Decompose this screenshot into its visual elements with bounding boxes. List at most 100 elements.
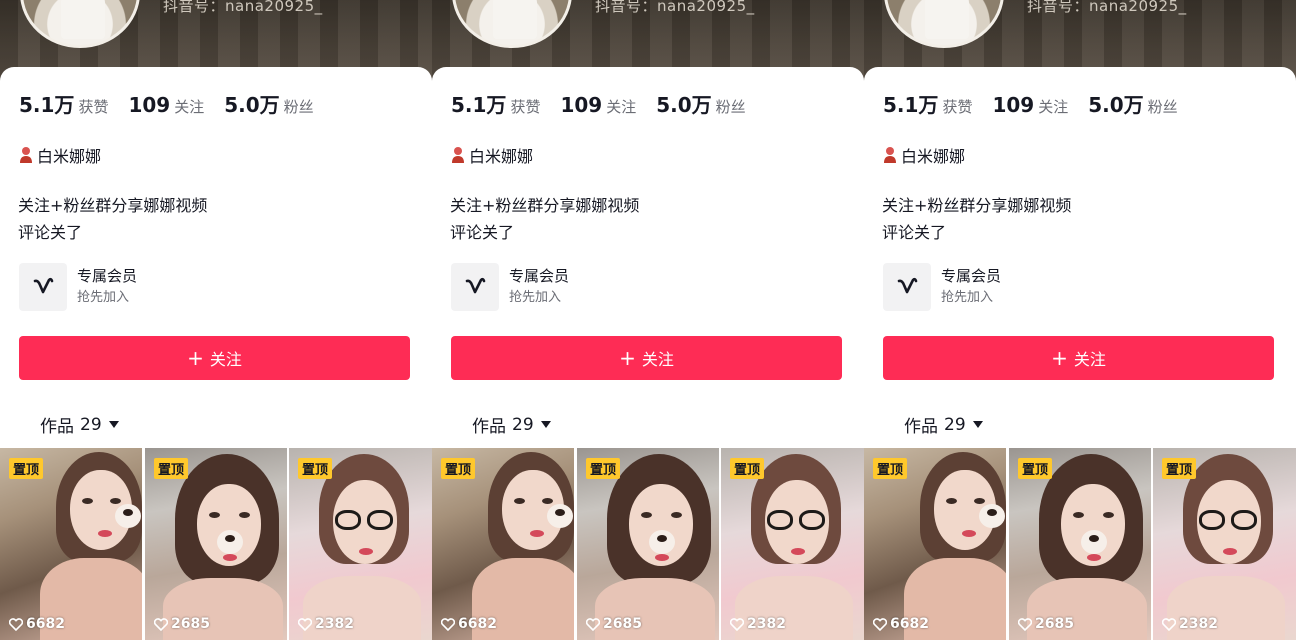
likes-value: 6682 [890,616,929,632]
bio-line: 评论关了 [450,223,515,242]
profile-card: 5.1万 获赞 109 关注 5.0万 粉丝 白米娜娜 关注+粉丝群分享娜娜视频 评论… [432,67,864,457]
follow-button[interactable]: + 关注 [19,336,410,380]
member-title: 专属会员 [509,267,570,285]
video-thumbnail[interactable]: 置顶 2685 [145,448,287,640]
stats-row: 5.1万 获赞 109 关注 5.0万 粉丝 [883,89,1198,118]
works-label: 作品 [904,417,938,437]
profile-name: 白米娜娜 [37,147,102,166]
video-thumbnail[interactable]: 置顶 6682 [864,448,1006,640]
avatar[interactable] [884,0,1004,48]
follow-button[interactable]: + 关注 [883,336,1274,380]
heart-icon [154,617,168,631]
stat-label: 关注 [606,98,637,116]
stat-label: 粉丝 [715,98,746,116]
profile-panel-2: 抖音号：nana20925_ 5.1万 获赞 109 关注 5.0万 粉丝 白米娜娜 … [432,0,864,640]
caret-down-icon [540,421,551,428]
likes-count: 2685 [1018,616,1074,632]
member-v-icon [451,263,499,311]
member-entry[interactable]: 专属会员 抢先加入 [883,263,1001,311]
stats-row: 5.1万 获赞 109 关注 5.0万 粉丝 [19,89,334,118]
member-subtitle: 抢先加入 [77,290,130,305]
stat-following[interactable]: 109 关注 [128,93,204,117]
member-subtitle: 抢先加入 [941,290,994,305]
avatar[interactable] [452,0,572,48]
profile-name: 白米娜娜 [469,147,534,166]
likes-value: 6682 [458,616,497,632]
likes-count: 2685 [586,616,642,632]
video-thumbnail[interactable]: 置顶 6682 [0,448,142,640]
bio-line: 关注+粉丝群分享娜娜视频 [882,196,1072,215]
tab-works[interactable]: 作品 29 [40,412,119,437]
member-title: 专属会员 [941,267,1002,285]
heart-icon [1162,617,1176,631]
likes-count: 6682 [441,616,497,632]
likes-value: 2685 [603,616,642,632]
works-count: 29 [944,414,966,435]
bio-line: 关注+粉丝群分享娜娜视频 [18,196,208,215]
stat-label: 粉丝 [283,98,314,116]
stat-likes[interactable]: 5.1万 获赞 [19,89,108,118]
stat-followers[interactable]: 5.0万 粉丝 [656,89,745,118]
stat-value: 109 [128,93,171,117]
stat-value: 109 [992,93,1035,117]
stat-likes[interactable]: 5.1万 获赞 [451,89,540,118]
bio-line: 关注+粉丝群分享娜娜视频 [450,196,640,215]
stat-label: 获赞 [510,98,541,116]
video-thumbnail[interactable]: 置顶 2382 [1153,448,1296,640]
bio-line: 评论关了 [18,223,83,242]
plus-icon: + [619,346,636,370]
follow-button[interactable]: + 关注 [451,336,842,380]
stat-value: 5.0万 [1088,93,1144,117]
profile-card: 5.1万 获赞 109 关注 5.0万 粉丝 白米娜娜 关注+粉丝群分享娜娜视频 评论… [864,67,1296,457]
video-thumbnail[interactable]: 置顶 2685 [1009,448,1151,640]
heart-icon [441,617,455,631]
stat-likes[interactable]: 5.1万 获赞 [883,89,972,118]
stat-value: 5.1万 [19,93,75,117]
likes-value: 6682 [26,616,65,632]
name-row: 白米娜娜 [19,143,101,167]
tab-works[interactable]: 作品 29 [472,412,551,437]
heart-icon [9,617,23,631]
member-entry[interactable]: 专属会员 抢先加入 [451,263,569,311]
douyin-id: 抖音号：nana20925_ [595,0,755,15]
profile-bio: 关注+粉丝群分享娜娜视频 评论关了 [882,192,1071,246]
pin-badge: 置顶 [873,458,908,479]
stat-followers[interactable]: 5.0万 粉丝 [224,89,313,118]
douyin-id: 抖音号：nana20925_ [163,0,323,15]
video-thumbnail[interactable]: 置顶 6682 [432,448,574,640]
stat-following[interactable]: 109 关注 [992,93,1068,117]
likes-count: 2382 [298,616,354,632]
likes-value: 2382 [747,616,786,632]
name-row: 白米娜娜 [451,143,533,167]
video-thumbnail[interactable]: 置顶 2382 [721,448,864,640]
likes-value: 2685 [171,616,210,632]
video-grid: 置顶 6682 置顶 2685 置顶 2382 [0,448,432,640]
stat-value: 5.1万 [883,93,939,117]
profile-panel-1: 抖音号：nana20925_ 5.1万 获赞 109 关注 5.0万 粉丝 白米娜娜 … [0,0,432,640]
avatar[interactable] [20,0,140,48]
video-thumbnail[interactable]: 置顶 2685 [577,448,719,640]
likes-value: 2382 [1179,616,1218,632]
pin-badge: 置顶 [1018,458,1053,479]
stat-label: 获赞 [78,98,109,116]
member-title: 专属会员 [77,267,138,285]
pin-badge: 置顶 [441,458,476,479]
tab-works[interactable]: 作品 29 [904,412,983,437]
member-v-icon [19,263,67,311]
profile-name: 白米娜娜 [901,147,966,166]
person-icon [884,147,896,163]
profile-bio: 关注+粉丝群分享娜娜视频 评论关了 [450,192,639,246]
follow-label: 关注 [641,350,674,369]
caret-down-icon [108,421,119,428]
stat-following[interactable]: 109 关注 [560,93,636,117]
stat-value: 109 [560,93,603,117]
plus-icon: + [187,346,204,370]
stat-value: 5.0万 [656,93,712,117]
member-entry[interactable]: 专属会员 抢先加入 [19,263,137,311]
likes-value: 2382 [315,616,354,632]
stat-followers[interactable]: 5.0万 粉丝 [1088,89,1177,118]
video-thumbnail[interactable]: 置顶 2382 [289,448,432,640]
heart-icon [586,617,600,631]
pin-badge: 置顶 [730,458,765,479]
heart-icon [298,617,312,631]
